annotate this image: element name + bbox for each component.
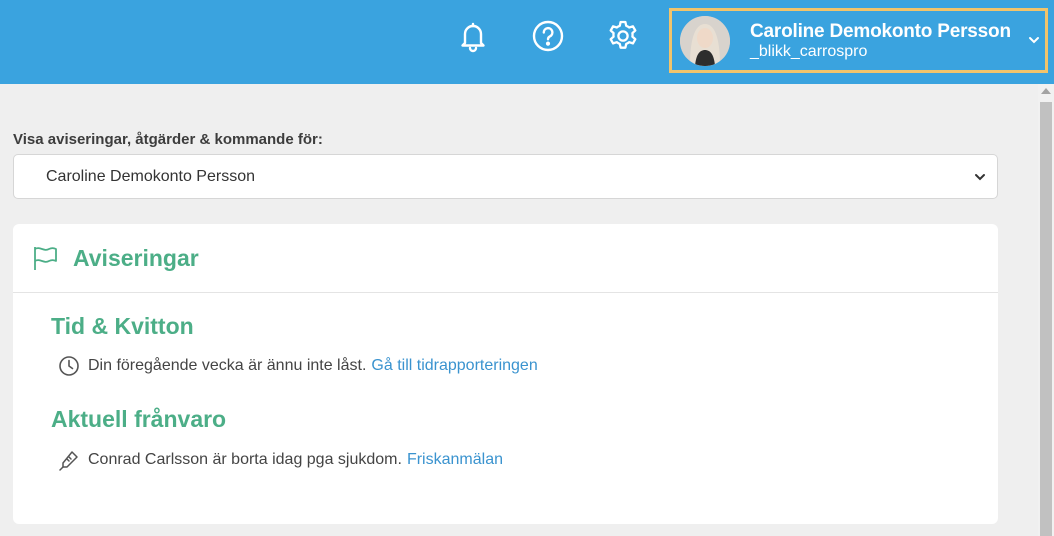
flag-icon bbox=[34, 247, 57, 270]
notification-text: Conrad Carlsson är borta idag pga sjukdo… bbox=[88, 451, 402, 468]
notifications-card: Aviseringar Tid & Kvitton Din föregående… bbox=[13, 224, 998, 524]
bell-icon bbox=[461, 22, 485, 53]
chevron-down-icon bbox=[1029, 37, 1039, 44]
clock-icon bbox=[59, 356, 79, 376]
scroll-up-arrow-icon[interactable] bbox=[1041, 88, 1051, 94]
notification-row: Conrad Carlsson är borta idag pga sjukdo… bbox=[58, 449, 503, 471]
notification-text: Din föregående vecka är ännu inte låst. bbox=[88, 357, 367, 374]
help-button[interactable] bbox=[530, 16, 566, 56]
filter-label: Visa aviseringar, åtgärder & kommande fö… bbox=[13, 131, 323, 148]
time-report-link[interactable]: Gå till tidrapporteringen bbox=[371, 357, 537, 375]
chevron-down-icon bbox=[975, 174, 985, 181]
thermometer-icon bbox=[59, 451, 78, 471]
section-title-absence: Aktuell frånvaro bbox=[51, 406, 227, 432]
gear-icon bbox=[609, 20, 637, 49]
person-select[interactable]: Caroline Demokonto Persson bbox=[13, 154, 998, 199]
card-title: Aviseringar bbox=[73, 244, 199, 271]
notifications-button[interactable] bbox=[455, 16, 491, 56]
top-navigation-bar: Caroline Demokonto Persson _blikk_carros… bbox=[0, 0, 1054, 84]
card-header: Aviseringar bbox=[13, 224, 998, 293]
help-icon bbox=[532, 20, 564, 52]
avatar bbox=[680, 15, 730, 66]
scrollbar[interactable] bbox=[1038, 84, 1054, 536]
settings-button[interactable] bbox=[605, 16, 641, 56]
notification-row: Din föregående vecka är ännu inte låst. … bbox=[58, 355, 538, 377]
person-select-value: Caroline Demokonto Persson bbox=[46, 167, 255, 185]
user-name: Caroline Demokonto Persson bbox=[750, 20, 1011, 42]
section-title-time: Tid & Kvitton bbox=[51, 313, 194, 339]
user-handle: _blikk_carrospro bbox=[750, 42, 868, 60]
user-menu[interactable]: Caroline Demokonto Persson _blikk_carros… bbox=[669, 8, 1048, 73]
scrollbar-thumb[interactable] bbox=[1040, 102, 1052, 536]
report-healthy-link[interactable]: Friskanmälan bbox=[407, 451, 503, 469]
